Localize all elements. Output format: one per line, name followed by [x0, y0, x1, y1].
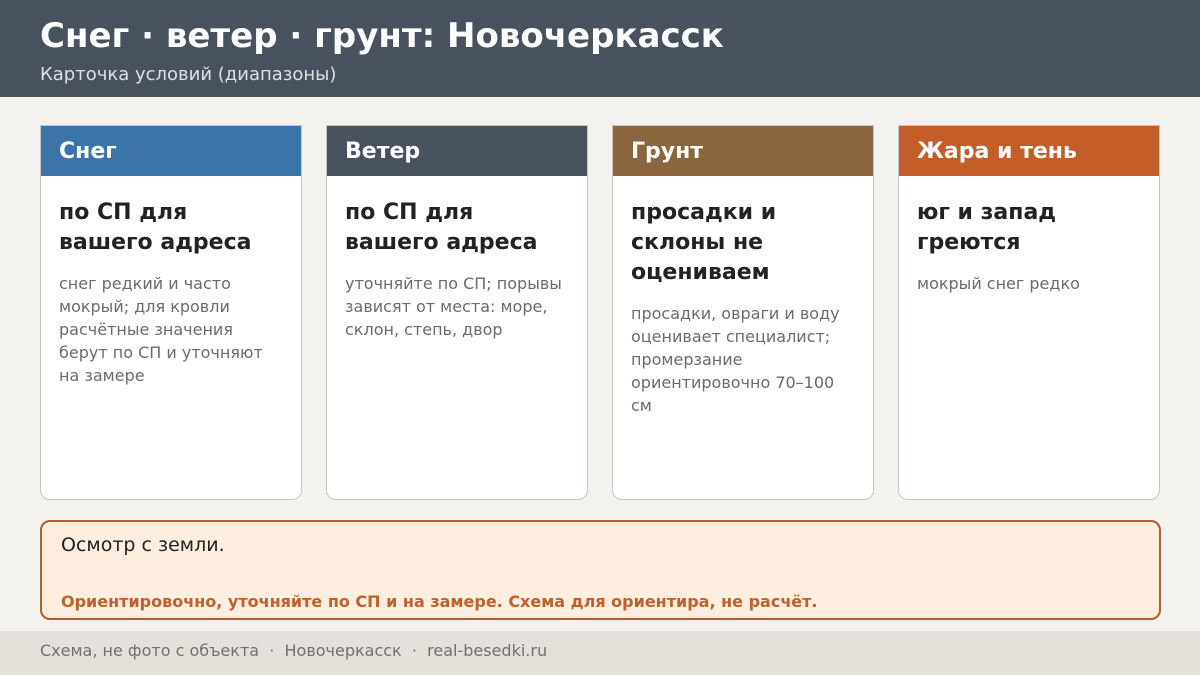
card-snow: Снег по СП для вашего адреса снег редкий… [40, 125, 302, 500]
card-header-snow: Снег [41, 126, 301, 176]
card-heat: Жара и тень юг и запад греются мокрый сн… [898, 125, 1160, 500]
card-main-text: юг и запад греются [917, 200, 1057, 255]
card-note: просадки, овраги и воду оценивает специа… [631, 304, 840, 415]
card-note: уточняйте по СП; порывы зависят от места… [345, 274, 562, 339]
card-main-text: просадки и склоны не оцениваем [631, 200, 777, 285]
page-title: Снег · ветер · грунт: Новочеркасск [40, 16, 724, 56]
footer-text: Схема, не фото с объекта · Новочеркасск … [40, 641, 548, 660]
notice-box: Осмотр с земли. Ориентировочно, уточняйт… [40, 520, 1161, 620]
card-main-text: по СП для вашего адреса [59, 200, 252, 255]
card-main-text: по СП для вашего адреса [345, 200, 538, 255]
notice-text: Осмотр с земли. [61, 534, 225, 556]
card-header-soil: Грунт [613, 126, 873, 176]
page-subtitle: Карточка условий (диапазоны) [40, 64, 337, 85]
card-header-heat: Жара и тень [899, 126, 1159, 176]
card-note: снег редкий и часто мокрый; для кровли р… [59, 274, 263, 385]
notice-warning: Ориентировочно, уточняйте по СП и на зам… [61, 592, 818, 611]
card-soil: Грунт просадки и склоны не оцениваем про… [612, 125, 874, 500]
card-wind: Ветер по СП для вашего адреса уточняйте … [326, 125, 588, 500]
card-header-wind: Ветер [327, 126, 587, 176]
header-bar: Снег · ветер · грунт: Новочеркасск Карто… [0, 0, 1200, 97]
card-note: мокрый снег редко [917, 274, 1080, 293]
footer-bar: Схема, не фото с объекта · Новочеркасск … [0, 631, 1200, 675]
